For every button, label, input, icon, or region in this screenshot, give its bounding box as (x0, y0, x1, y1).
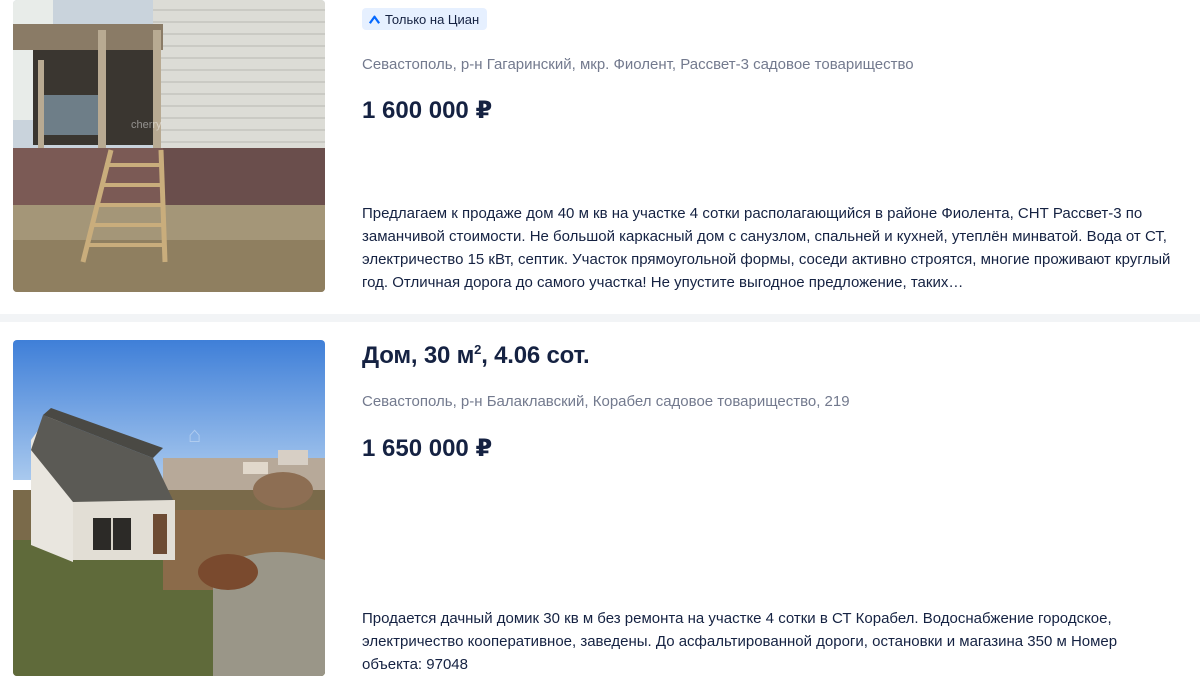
listing-card[interactable]: cherry Только на Циан Севастополь, р-н Г… (0, 0, 1200, 314)
listing-photo[interactable]: ⌂ (13, 340, 325, 676)
listing-title[interactable]: Дом, 30 м2, 4.06 сот. (362, 342, 590, 370)
svg-text:cherry: cherry (131, 119, 162, 131)
listing-description: Предлагаем к продаже дом 40 м кв на учас… (362, 205, 1171, 291)
listing-address[interactable]: Севастополь, р-н Балаклавский, Корабел с… (362, 393, 850, 410)
exclusive-badge: Только на Циан (362, 8, 488, 30)
listing-description: Продается дачный домик 30 кв м без ремон… (362, 610, 1118, 673)
country-house-photo: ⌂ (13, 340, 325, 676)
listing-card[interactable]: ⌂ Дом, 30 м2, 4.06 сот. Севастополь, р-н… (0, 322, 1200, 695)
listing-photo[interactable]: cherry (13, 0, 325, 292)
listing-price: 1 650 000 ₽ (362, 435, 493, 462)
cian-logo-icon (368, 15, 381, 24)
listing-price: 1 600 000 ₽ (362, 97, 493, 124)
listing-address[interactable]: Севастополь, р-н Гагаринский, мкр. Фиоле… (362, 56, 914, 73)
badge-label: Только на Циан (385, 11, 480, 27)
svg-text:⌂: ⌂ (188, 422, 201, 447)
house-porch-photo: cherry (13, 0, 325, 292)
